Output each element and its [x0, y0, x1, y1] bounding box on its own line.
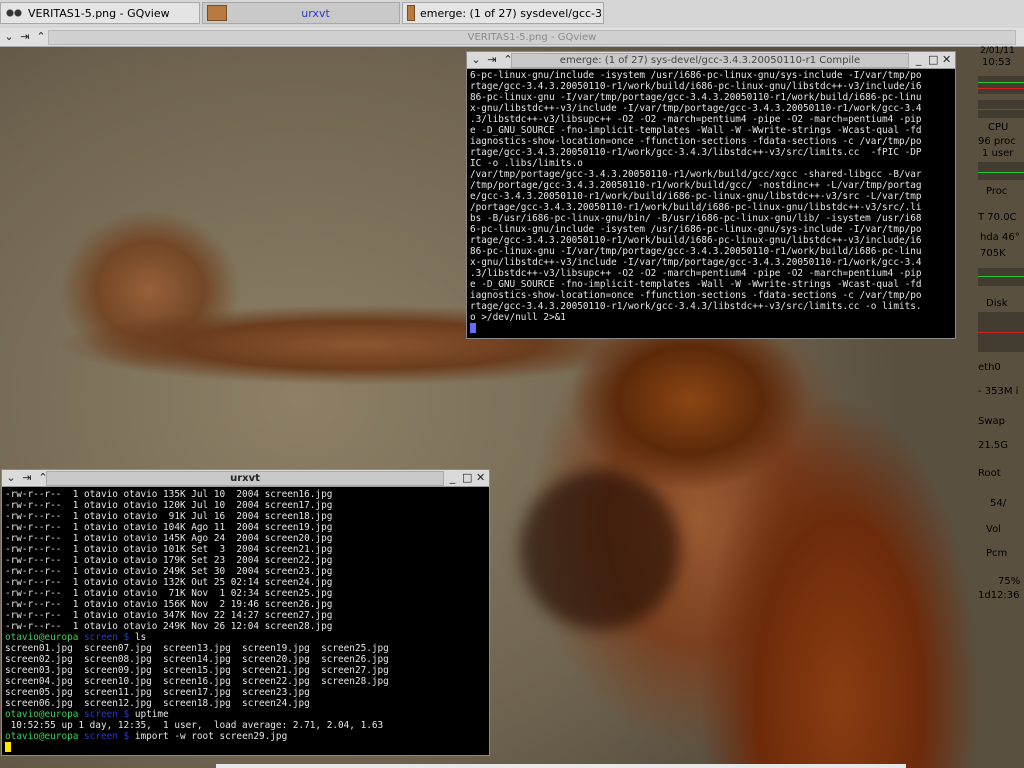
command-import: import -w root screen29.jpg [129, 731, 288, 742]
chevron-down-icon[interactable]: ⌄ [4, 30, 14, 43]
mem-value: 705K [980, 248, 1006, 259]
pin-icon[interactable]: ⇥ [487, 53, 497, 66]
gqview-titlebar[interactable]: ⌄ ⇥ ⌃ VERITAS1-5.png - GQview [0, 28, 1024, 47]
procs-count: 96 proc [978, 136, 1016, 147]
swap-label: Swap [978, 416, 1006, 427]
monitor-time: 10:53 [982, 57, 1011, 68]
vol-label[interactable]: Vol [986, 524, 1001, 535]
maximize-icon[interactable]: □ [462, 471, 472, 484]
disk-graph [978, 312, 1024, 352]
cpu-graph [978, 76, 1024, 94]
emerge-terminal-window[interactable]: ⌄ ⇥ ⌃ emerge: (1 of 27) sys-devel/gcc-3.… [466, 51, 956, 339]
urxvt-output: -rw-r--r-- 1 otavio otavio 135K Jul 10 2… [2, 487, 489, 755]
system-monitor: 2/01/11 10:53 CPU 96 proc 1 user Proc T … [974, 46, 1024, 606]
pcm-label[interactable]: Pcm [986, 548, 1007, 559]
close-icon[interactable]: ✕ [942, 53, 951, 66]
task-urxvt[interactable]: urxvt [202, 2, 400, 24]
eth-label: eth0 [978, 362, 1001, 373]
urxvt-terminal-window[interactable]: ⌄ ⇥ ⌃ urxvt _ □ ✕ -rw-r--r-- 1 otavio ot… [1, 469, 490, 756]
pin-icon[interactable]: ⇥ [20, 30, 30, 43]
task-label: VERITAS1-5.png - GQview [28, 6, 170, 20]
bottom-panel-edge [216, 764, 906, 768]
compile-output-text: 6-pc-linux-gnu/include -isystem /usr/i68… [470, 70, 922, 323]
root-label: Root [978, 468, 1001, 479]
hda-temp: hda 46° [980, 232, 1020, 243]
prompt-dir: screen $ [84, 709, 130, 720]
command-uptime: uptime [129, 709, 169, 720]
window-buttons: ⌄ ⇥ ⌃ [4, 30, 46, 43]
glasses-icon [5, 6, 23, 20]
terminal-icon [207, 5, 227, 21]
maximize-icon[interactable]: □ [928, 53, 938, 66]
monitor-date: 2/01/11 [980, 46, 1015, 56]
emerge-output: 6-pc-linux-gnu/include -isystem /usr/i68… [467, 69, 955, 336]
task-label: urxvt [301, 6, 330, 20]
window-buttons: ⌄ ⇥ ⌃ [6, 471, 48, 484]
proc-label: Proc [986, 186, 1008, 197]
wallpaper-detail [520, 470, 680, 630]
eth-value: - 353M i [978, 386, 1019, 397]
users-count: 1 user [982, 148, 1014, 159]
prompt-dir: screen $ [84, 632, 130, 643]
root-value: 54/ [990, 498, 1007, 509]
ls-long-listing: -rw-r--r-- 1 otavio otavio 135K Jul 10 2… [5, 489, 333, 632]
uptime-output: 10:52:55 up 1 day, 12:35, 1 user, load a… [5, 720, 384, 731]
proc-graph [978, 162, 1024, 180]
prompt-user: otavio@europa [5, 709, 79, 720]
window-buttons: ⌄ ⇥ ⌃ [471, 53, 513, 66]
ls-output: screen01.jpg screen07.jpg screen13.jpg s… [5, 643, 389, 709]
terminal-cursor [470, 323, 476, 333]
swap-value: 21.5G [978, 440, 1009, 451]
disk-label: Disk [986, 298, 1008, 309]
urxvt-titlebar[interactable]: ⌄ ⇥ ⌃ urxvt _ □ ✕ [2, 470, 489, 487]
cpu-label: CPU [988, 122, 1009, 133]
emerge-title: emerge: (1 of 27) sys-devel/gcc-3.4.3.20… [511, 53, 909, 68]
terminal-icon [407, 5, 415, 21]
minimize-icon[interactable]: _ [914, 53, 923, 66]
taskbar: VERITAS1-5.png - GQview urxvt emerge: (1… [0, 0, 1024, 29]
chevron-down-icon[interactable]: ⌄ [471, 53, 481, 66]
minimize-icon[interactable]: _ [448, 471, 457, 484]
window-controls: _ □ ✕ [914, 53, 951, 66]
close-icon[interactable]: ✕ [476, 471, 485, 484]
task-emerge[interactable]: emerge: (1 of 27) sysdevel/gcc-3.4.3. [402, 2, 604, 24]
task-gqview[interactable]: VERITAS1-5.png - GQview [0, 2, 200, 24]
prompt-dir: screen $ [84, 731, 130, 742]
command-ls: ls [129, 632, 147, 643]
chevron-down-icon[interactable]: ⌄ [6, 471, 16, 484]
emerge-titlebar[interactable]: ⌄ ⇥ ⌃ emerge: (1 of 27) sys-devel/gcc-3.… [467, 52, 955, 69]
gqview-title: VERITAS1-5.png - GQview [48, 30, 1016, 45]
task-label: emerge: (1 of 27) sysdevel/gcc-3.4.3. [420, 6, 603, 20]
chevron-up-icon[interactable]: ⌃ [36, 30, 46, 43]
prompt-user: otavio@europa [5, 632, 79, 643]
prompt-user: otavio@europa [5, 731, 79, 742]
temp-value: T 70.0C [978, 212, 1017, 223]
pcm-value: 75% [998, 576, 1021, 587]
terminal-cursor [5, 742, 11, 752]
mem-graph [978, 268, 1024, 286]
window-controls: _ □ ✕ [448, 471, 485, 484]
pin-icon[interactable]: ⇥ [22, 471, 32, 484]
cpu-graph [978, 100, 1024, 118]
uptime-value: 1d12:36 [978, 590, 1020, 601]
urxvt-title: urxvt [46, 471, 444, 486]
